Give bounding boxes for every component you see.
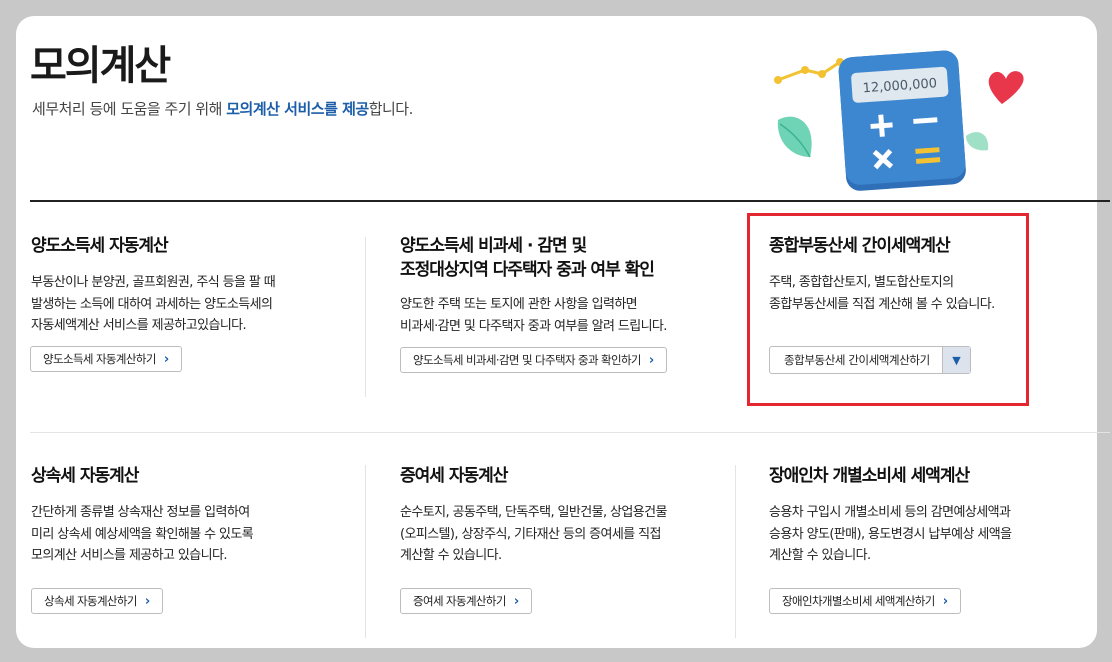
- service-transfer-income-tax: 양도소득세 자동계산 부동산이나 분양권, 골프회원권, 주식 등을 팔 때 발…: [31, 234, 361, 337]
- service-description: 순수토지, 공동주택, 단독주택, 일반건물, 상업용건물 (오피스텔), 상장…: [400, 505, 667, 563]
- calculator-illustration: 12,000,000: [774, 50, 1024, 191]
- nontax-exemption-check-button[interactable]: 양도소득세 비과세·감면 및 다주택자 중과 확인하기 ›: [400, 347, 667, 373]
- column-divider: [365, 465, 366, 638]
- service-gift-tax: 증여세 자동계산 순수토지, 공동주택, 단독주택, 일반건물, 상업용건물 (…: [400, 464, 730, 567]
- service-inheritance-tax: 상속세 자동계산 간단하게 종류별 상속재산 정보를 입력하여 미리 상속세 예…: [31, 464, 361, 567]
- header-divider: [30, 200, 1110, 202]
- service-title: 양도소득세 비과세 · 감면 및 조정대상지역 다주택자 중과 여부 확인: [400, 236, 655, 280]
- page-title: 모의계산: [30, 43, 171, 89]
- chevron-right-icon: ›: [144, 593, 150, 609]
- column-divider: [365, 237, 366, 397]
- vehicle-excise-tax-calc-button[interactable]: 장애인차개별소비세 세액계산하기 ›: [769, 588, 961, 614]
- page-subtitle: 세무처리 등에 도움을 주기 위해 모의계산 서비스를 제공합니다.: [32, 100, 413, 118]
- chevron-right-icon: ›: [648, 352, 654, 368]
- service-description: 간단하게 종류별 상속재산 정보를 입력하여 미리 상속세 예상세액을 확인해볼…: [31, 505, 254, 563]
- service-title: 장애인차 개별소비세 세액계산: [769, 466, 970, 486]
- transfer-income-tax-calc-button[interactable]: 양도소득세 자동계산하기 ›: [30, 346, 182, 372]
- inheritance-tax-calc-button[interactable]: 상속세 자동계산하기 ›: [31, 588, 163, 614]
- column-divider: [735, 465, 736, 638]
- service-nontax-exemption-check: 양도소득세 비과세 · 감면 및 조정대상지역 다주택자 중과 여부 확인 양도…: [400, 234, 730, 337]
- chevron-right-icon: ›: [942, 593, 948, 609]
- service-description: 양도한 주택 또는 토지에 관한 사항을 입력하면 비과세·감면 및 다주택자 …: [400, 297, 667, 334]
- gift-tax-calc-button[interactable]: 증여세 자동계산하기 ›: [400, 588, 532, 614]
- chevron-right-icon: ›: [513, 593, 519, 609]
- service-description: 승용차 구입시 개별소비세 등의 감면예상세액과 승용차 양도(판매), 용도변…: [769, 505, 1012, 563]
- service-title: 증여세 자동계산: [400, 466, 508, 486]
- highlight-frame: [747, 213, 1029, 406]
- chevron-right-icon: ›: [163, 351, 169, 367]
- service-description: 부동산이나 분양권, 골프회원권, 주식 등을 팔 때 발생하는 소득에 대하여…: [31, 275, 276, 333]
- service-title: 양도소득세 자동계산: [31, 236, 169, 256]
- subtitle-highlight: 모의계산 서비스를 제공: [226, 100, 369, 118]
- service-title: 상속세 자동계산: [31, 466, 139, 486]
- row-divider: [30, 432, 1110, 433]
- service-disabled-vehicle-excise-tax: 장애인차 개별소비세 세액계산 승용차 구입시 개별소비세 등의 감면예상세액과…: [769, 464, 1099, 567]
